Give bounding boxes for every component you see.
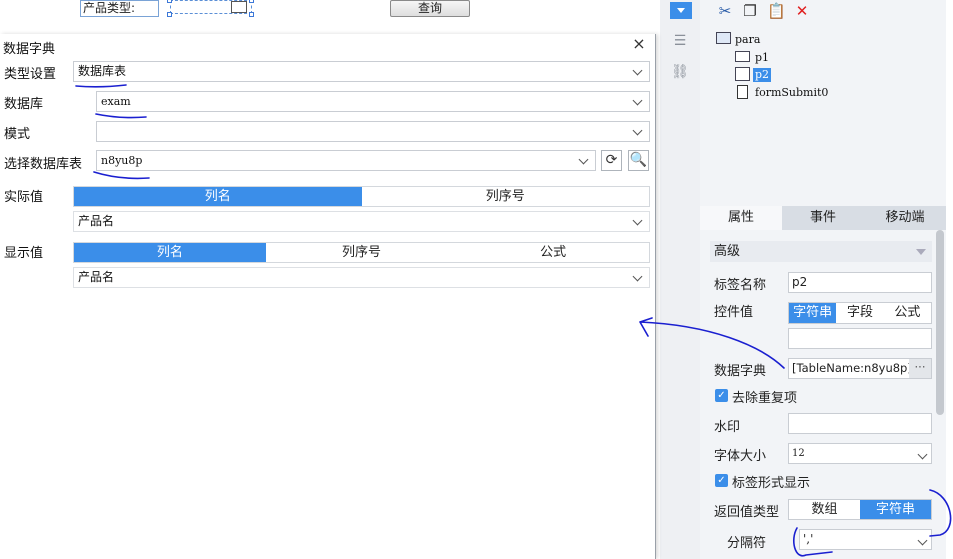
type-setting-label: 类型设置 <box>4 67 57 82</box>
tab-column-index[interactable]: 列序号 <box>362 187 650 206</box>
actual-value-tabs[interactable]: 列名 列序号 <box>73 186 650 207</box>
return-type-label: 返回值类型 <box>714 505 780 520</box>
chevron-down-icon <box>917 449 928 460</box>
chevron-down-icon <box>632 65 643 76</box>
return-type-segment[interactable]: 数组 字符串 <box>788 499 932 520</box>
tree-item-p2[interactable]: p2 <box>753 68 772 82</box>
tab-properties[interactable]: 属性 <box>700 206 782 230</box>
separator-value: ',' <box>803 532 814 546</box>
form-icon <box>716 32 731 44</box>
actual-value-label: 实际值 <box>4 190 44 205</box>
separator-select[interactable]: ',' <box>799 529 932 550</box>
close-icon[interactable]: × <box>631 36 647 52</box>
type-select[interactable]: 数据库表 <box>73 61 650 82</box>
delete-icon[interactable]: ✕ <box>793 2 811 20</box>
chevron-down-icon <box>632 95 643 106</box>
tab-column-name[interactable]: 列名 <box>74 243 266 262</box>
dedupe-checkbox[interactable]: ✓ <box>715 389 728 402</box>
type-value: 数据库表 <box>78 64 127 78</box>
database-value: exam <box>101 95 131 108</box>
tool-strip <box>660 0 700 559</box>
copy-icon[interactable]: ❐ <box>741 2 759 20</box>
cut-icon[interactable]: ✂ <box>716 2 734 20</box>
option-array[interactable]: 数组 <box>789 500 860 519</box>
actual-value-select[interactable]: 产品名 <box>73 211 650 232</box>
resize-handle[interactable] <box>249 0 254 3</box>
dict-label: 数据字典 <box>714 364 767 379</box>
table-select-label: 选择数据库表 <box>4 157 83 172</box>
chevron-down-icon <box>916 249 926 255</box>
collapse-toggle-icon[interactable] <box>670 2 692 19</box>
chevron-down-icon <box>632 125 643 136</box>
link-icon[interactable]: ⛓ <box>670 64 690 80</box>
dict-field[interactable]: [TableName:n8yu8p] ··· <box>788 358 932 379</box>
tab-mobile[interactable]: 移动端 <box>864 206 946 230</box>
data-dictionary-dialog <box>0 34 656 559</box>
chevron-down-icon <box>917 535 928 546</box>
control-value-input[interactable] <box>788 328 932 349</box>
table-value: n8yu8p <box>101 154 143 167</box>
watermark-label: 水印 <box>714 420 741 435</box>
display-value: 产品名 <box>78 270 115 284</box>
canvas-field-label[interactable]: 产品类型: <box>80 0 159 17</box>
query-button[interactable]: 查询 <box>390 0 470 17</box>
control-value-segment[interactable]: 字符串 字段 公式 <box>788 302 932 324</box>
font-size-label: 字体大小 <box>714 449 767 464</box>
tree-item-p1[interactable]: p1 <box>755 51 769 65</box>
chevron-down-icon <box>578 154 589 165</box>
display-value-tabs[interactable]: 列名 列序号 公式 <box>73 242 650 263</box>
dict-edit-button[interactable]: ··· <box>909 359 931 378</box>
tab-column-index[interactable]: 列序号 <box>266 243 458 262</box>
database-select[interactable]: exam <box>96 91 650 112</box>
option-field[interactable]: 字段 <box>836 303 883 323</box>
resize-handle[interactable] <box>167 12 172 17</box>
resize-handle[interactable] <box>167 0 172 3</box>
tree-item-formsubmit[interactable]: formSubmit0 <box>755 86 828 100</box>
widget-type-icon <box>231 1 247 13</box>
properties-scrollbar[interactable] <box>936 230 944 415</box>
combobox-icon <box>735 67 750 81</box>
resize-handle[interactable] <box>249 12 254 17</box>
font-size-select[interactable]: 12 <box>788 443 932 464</box>
dedupe-label: 去除重复项 <box>732 391 798 406</box>
tag-display-label: 标签形式显示 <box>732 476 811 491</box>
label-name-label: 标签名称 <box>714 278 767 293</box>
control-value-label: 控件值 <box>714 305 754 320</box>
dialog-title: 数据字典 <box>3 42 56 57</box>
tree-root-para[interactable]: para <box>735 33 760 47</box>
paste-icon[interactable]: 📋 <box>767 2 786 20</box>
chevron-down-icon <box>632 215 643 226</box>
widget-list-icon[interactable]: ☰ <box>670 33 690 49</box>
option-formula[interactable]: 公式 <box>884 303 931 323</box>
option-string[interactable]: 字符串 <box>789 303 837 323</box>
refresh-icon[interactable]: ⟳ <box>601 150 622 171</box>
dict-value: [TableName:n8yu8p] <box>792 361 912 375</box>
actual-value: 产品名 <box>78 214 115 228</box>
database-label: 数据库 <box>4 97 44 112</box>
separator-label: 分隔符 <box>727 536 767 551</box>
chevron-down-icon <box>632 271 643 282</box>
display-value-label: 显示值 <box>4 246 44 261</box>
display-value-select[interactable]: 产品名 <box>73 267 650 288</box>
tab-column-name[interactable]: 列名 <box>74 187 362 206</box>
schema-select[interactable] <box>96 121 650 142</box>
font-size-value: 12 <box>792 448 805 459</box>
table-select[interactable]: n8yu8p <box>96 150 596 171</box>
textbox-icon <box>735 51 750 62</box>
preview-icon[interactable]: 🔍 <box>628 150 649 171</box>
label-name-input[interactable]: p2 <box>788 272 932 293</box>
section-advanced[interactable]: 高级 <box>710 241 932 262</box>
section-title: 高级 <box>714 244 741 259</box>
tab-events[interactable]: 事件 <box>782 206 864 230</box>
watermark-input[interactable] <box>788 413 932 434</box>
schema-label: 模式 <box>4 127 31 142</box>
tab-formula[interactable]: 公式 <box>457 243 649 262</box>
submit-icon <box>737 85 748 99</box>
tag-display-checkbox[interactable]: ✓ <box>715 474 728 487</box>
option-string[interactable]: 字符串 <box>860 500 931 519</box>
widget-tree-panel <box>700 0 946 203</box>
